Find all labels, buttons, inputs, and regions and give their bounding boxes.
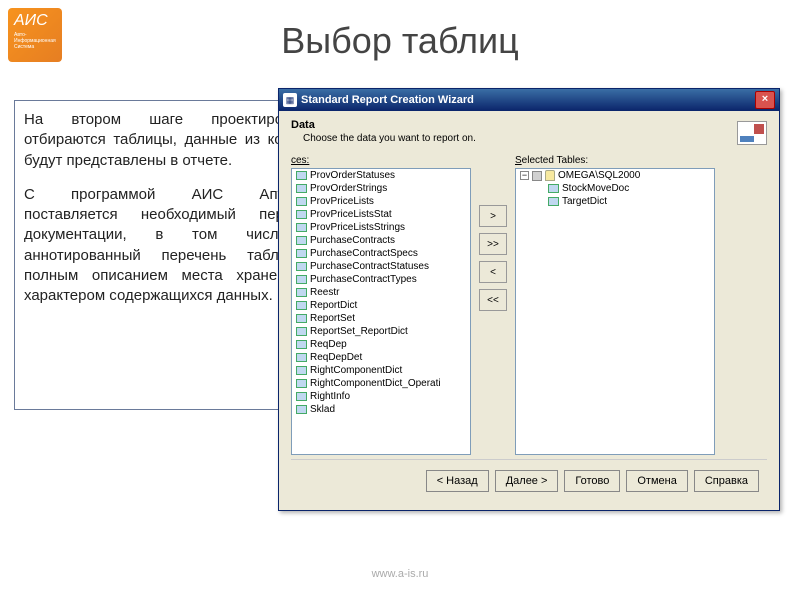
table-row[interactable]: Sklad <box>292 403 470 416</box>
selected-table-row[interactable]: TargetDict <box>516 195 714 208</box>
table-icon <box>296 288 307 297</box>
sources-label: ces: <box>291 155 471 166</box>
table-name: TargetDict <box>562 196 607 207</box>
table-name: ReportSet <box>310 313 355 324</box>
table-row[interactable]: ProvOrderStrings <box>292 182 470 195</box>
selected-table-row[interactable]: StockMoveDoc <box>516 182 714 195</box>
table-row[interactable]: ProvPriceLists <box>292 195 470 208</box>
table-name: RightComponentDict <box>310 365 402 376</box>
table-icon <box>296 275 307 284</box>
table-name: ProvOrderStatuses <box>310 170 395 181</box>
table-name: ProvPriceLists <box>310 196 374 207</box>
wizard-step-icon <box>737 121 767 145</box>
table-row[interactable]: RightInfo <box>292 390 470 403</box>
table-name: PurchaseContractStatuses <box>310 261 429 272</box>
table-row[interactable]: RightComponentDict <box>292 364 470 377</box>
table-icon <box>296 223 307 232</box>
next-button[interactable]: Далее > <box>495 470 559 492</box>
table-icon <box>296 379 307 388</box>
table-row[interactable]: ReqDepDet <box>292 351 470 364</box>
table-row[interactable]: RightComponentDict_Operati <box>292 377 470 390</box>
table-row[interactable]: Reestr <box>292 286 470 299</box>
table-row[interactable]: ReqDep <box>292 338 470 351</box>
finish-button[interactable]: Готово <box>564 470 620 492</box>
table-icon <box>296 366 307 375</box>
remove-all-button[interactable]: << <box>479 289 507 311</box>
collapse-icon[interactable]: − <box>520 171 529 180</box>
tree-server-node[interactable]: − OMEGA\SQL2000 <box>516 169 714 182</box>
table-icon <box>296 340 307 349</box>
table-name: PurchaseContractTypes <box>310 274 417 285</box>
table-name: ProvOrderStrings <box>310 183 387 194</box>
help-button[interactable]: Справка <box>694 470 759 492</box>
table-row[interactable]: ProvOrderStatuses <box>292 169 470 182</box>
server-icon <box>532 171 542 181</box>
table-name: ReportDict <box>310 300 357 311</box>
remove-button[interactable]: < <box>479 261 507 283</box>
table-icon <box>548 184 559 193</box>
table-icon <box>296 236 307 245</box>
table-icon <box>296 197 307 206</box>
table-name: ProvPriceListsStat <box>310 209 392 220</box>
table-icon <box>296 210 307 219</box>
back-button[interactable]: < Назад <box>426 470 489 492</box>
page-title: Выбор таблиц <box>0 20 800 62</box>
table-row[interactable]: ReportDict <box>292 299 470 312</box>
app-icon: ▦ <box>283 93 297 107</box>
table-name: ReportSet_ReportDict <box>310 326 408 337</box>
close-button[interactable]: × <box>755 91 775 109</box>
table-icon <box>548 197 559 206</box>
selected-label: Selected Tables: <box>515 155 715 166</box>
table-icon <box>296 314 307 323</box>
footer-url: www.a-is.ru <box>0 568 800 580</box>
table-row[interactable]: PurchaseContractStatuses <box>292 260 470 273</box>
table-row[interactable]: PurchaseContracts <box>292 234 470 247</box>
step-heading: Data <box>291 119 476 131</box>
table-name: ReqDep <box>310 339 347 350</box>
table-name: ReqDepDet <box>310 352 362 363</box>
table-name: RightInfo <box>310 391 350 402</box>
server-name: OMEGA\SQL2000 <box>558 170 640 181</box>
table-name: ProvPriceListsStrings <box>310 222 405 233</box>
table-icon <box>296 171 307 180</box>
table-icon <box>296 405 307 414</box>
selected-tables-list[interactable]: − OMEGA\SQL2000 StockMoveDoc TargetDict <box>515 168 715 455</box>
table-row[interactable]: ProvPriceListsStat <box>292 208 470 221</box>
table-icon <box>296 262 307 271</box>
table-name: StockMoveDoc <box>562 183 629 194</box>
titlebar[interactable]: ▦ Standard Report Creation Wizard × <box>279 89 779 111</box>
table-icon <box>296 184 307 193</box>
table-name: PurchaseContractSpecs <box>310 248 418 259</box>
table-row[interactable]: PurchaseContractSpecs <box>292 247 470 260</box>
table-row[interactable]: ReportSet_ReportDict <box>292 325 470 338</box>
table-icon <box>296 353 307 362</box>
available-sources-list[interactable]: ProvOrderStatuses ProvOrderStrings ProvPri… <box>291 168 471 455</box>
db-icon <box>545 170 555 181</box>
table-row[interactable]: ReportSet <box>292 312 470 325</box>
cancel-button[interactable]: Отмена <box>626 470 687 492</box>
wizard-dialog: ▦ Standard Report Creation Wizard × Data… <box>278 88 780 511</box>
add-button[interactable]: > <box>479 205 507 227</box>
table-name: RightComponentDict_Operati <box>310 378 441 389</box>
step-sub: Choose the data you want to report on. <box>303 133 476 144</box>
table-icon <box>296 301 307 310</box>
add-all-button[interactable]: >> <box>479 233 507 255</box>
table-name: PurchaseContracts <box>310 235 395 246</box>
table-name: Reestr <box>310 287 339 298</box>
table-icon <box>296 249 307 258</box>
table-row[interactable]: ProvPriceListsStrings <box>292 221 470 234</box>
table-name: Sklad <box>310 404 335 415</box>
dialog-title: Standard Report Creation Wizard <box>301 94 755 106</box>
table-row[interactable]: PurchaseContractTypes <box>292 273 470 286</box>
table-icon <box>296 392 307 401</box>
table-icon <box>296 327 307 336</box>
